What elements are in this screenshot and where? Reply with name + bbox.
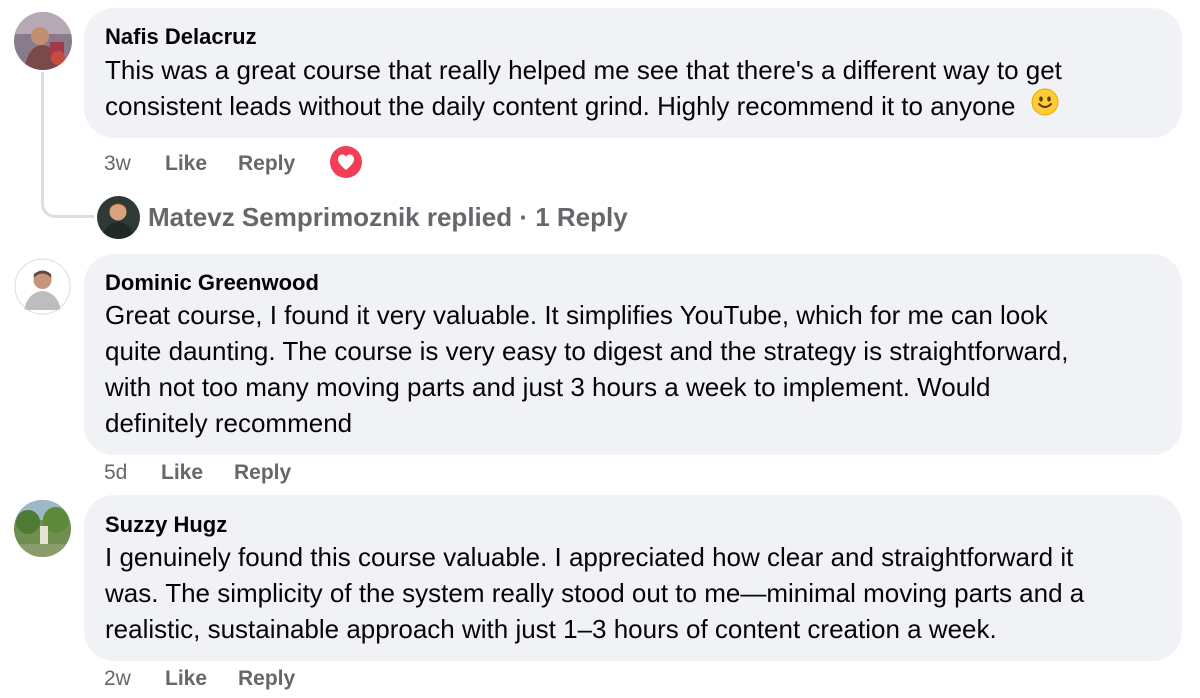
comment-bubble: Dominic Greenwood Great course, I found …	[84, 254, 1182, 455]
reply-button[interactable]: Reply	[238, 149, 295, 179]
comment-bubble: Suzzy Hugz I genuinely found this course…	[84, 495, 1182, 661]
comment-timestamp[interactable]: 2w	[104, 664, 131, 694]
comment-bubble: Nafis Delacruz This was a great course t…	[84, 8, 1182, 138]
comment-text-line: This was a great course that really help…	[105, 55, 1062, 85]
comment-text-line: definitely recommend	[105, 408, 353, 438]
comment-text-line: consistent leads without the daily conte…	[105, 88, 1062, 127]
reply-button[interactable]: Reply	[238, 664, 295, 694]
comment-text: I genuinely found this course valuable. …	[105, 539, 1084, 647]
comment-text-line: I genuinely found this course valuable. …	[105, 542, 1074, 572]
comment-text-line: Great course, I found it very valuable. …	[105, 300, 1048, 330]
smiley-emoji-icon	[1031, 88, 1059, 125]
like-button[interactable]: Like	[165, 664, 207, 694]
comment-text: Great course, I found it very valuable. …	[105, 297, 1069, 441]
avatar[interactable]	[14, 258, 71, 315]
reply-button[interactable]: Reply	[234, 458, 291, 488]
comment-text-line: was. The simplicity of the system really…	[105, 578, 1085, 608]
comment-timestamp[interactable]: 5d	[104, 458, 127, 488]
comment-text-line: quite daunting. The course is very easy …	[105, 336, 1069, 366]
avatar-matevz-image	[97, 196, 140, 239]
like-button[interactable]: Like	[161, 458, 203, 488]
avatar[interactable]	[14, 500, 71, 557]
view-replies-link[interactable]: Matevz Semprimoznik replied · 1 Reply	[148, 202, 628, 233]
avatar-dominic-image	[14, 258, 71, 315]
like-button[interactable]: Like	[165, 149, 207, 179]
comment-actions: 5d Like Reply	[104, 458, 384, 488]
avatar-suzzy-image	[14, 500, 71, 557]
comment-author[interactable]: Suzzy Hugz	[105, 512, 227, 538]
comment-text-line: with not too many moving parts and just …	[105, 372, 991, 402]
avatar-nafis-image	[14, 12, 72, 70]
avatar[interactable]	[97, 196, 140, 239]
comment-actions: 2w Like Reply	[104, 664, 384, 694]
love-reaction-icon[interactable]	[329, 145, 363, 179]
comment-text: This was a great course that really help…	[105, 52, 1062, 127]
comment-timestamp[interactable]: 3w	[104, 149, 131, 179]
avatar[interactable]	[14, 12, 72, 70]
comment-author[interactable]: Nafis Delacruz	[105, 24, 257, 50]
comment-text-span: consistent leads without the daily conte…	[105, 91, 1016, 121]
comment-thread: Nafis Delacruz This was a great course t…	[0, 0, 1200, 698]
comment-author[interactable]: Dominic Greenwood	[105, 270, 319, 296]
comment-text-line: realistic, sustainable approach with jus…	[105, 614, 997, 644]
